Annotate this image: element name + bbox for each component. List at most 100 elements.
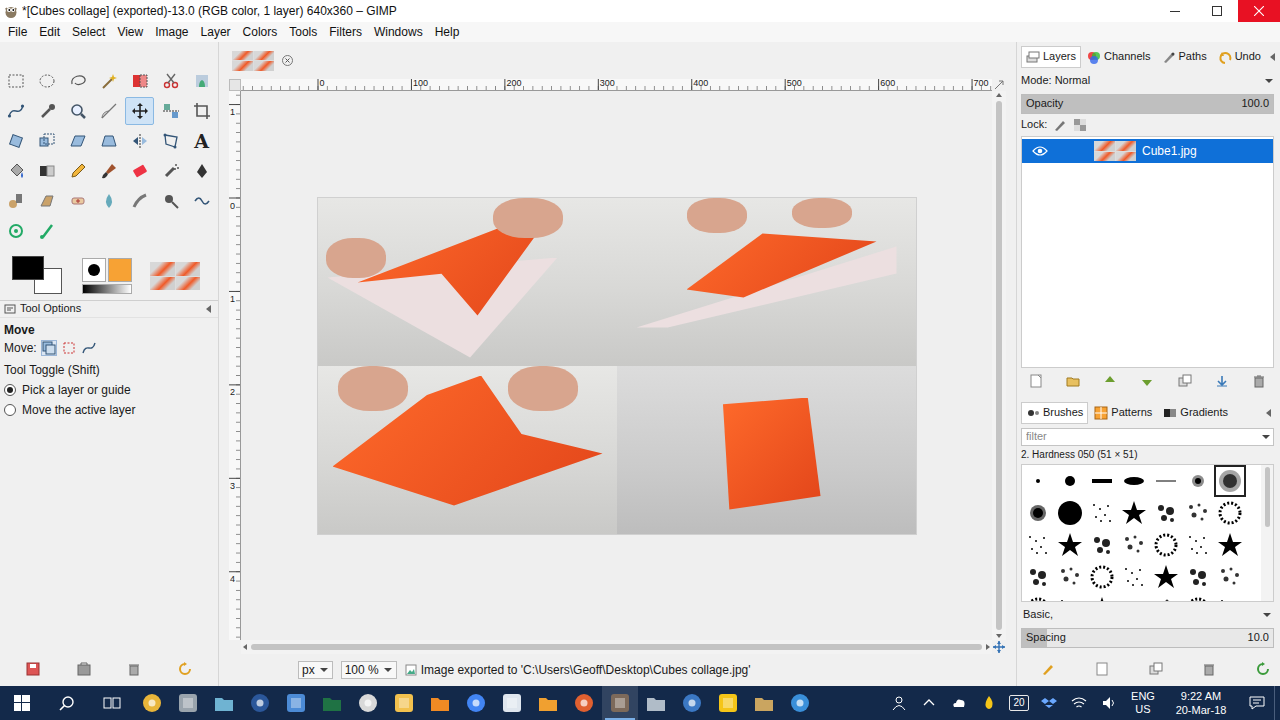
tool-button[interactable] bbox=[156, 97, 185, 125]
taskbar-app[interactable] bbox=[458, 686, 494, 720]
search-button[interactable] bbox=[44, 686, 90, 720]
navigate-icon[interactable] bbox=[994, 80, 1004, 90]
show-desktop[interactable] bbox=[1274, 686, 1280, 720]
lock-alpha-icon[interactable] bbox=[1073, 118, 1087, 132]
image-tab[interactable] bbox=[232, 51, 274, 71]
radio-label[interactable]: Pick a layer or guide bbox=[22, 383, 131, 398]
brush-action-icon[interactable] bbox=[1149, 662, 1163, 676]
tool-button[interactable] bbox=[32, 157, 61, 185]
tool-button[interactable] bbox=[94, 157, 123, 185]
close-tab-icon[interactable] bbox=[282, 55, 293, 66]
zoom-dropdown[interactable]: 100 % bbox=[341, 661, 397, 679]
action-center[interactable] bbox=[1240, 686, 1274, 720]
tool-button[interactable] bbox=[32, 67, 61, 95]
tool-button[interactable]: A bbox=[187, 127, 216, 155]
taskbar-app[interactable] bbox=[710, 686, 746, 720]
layer-action-icon[interactable] bbox=[1252, 374, 1266, 388]
radio-option[interactable]: Pick a layer or guide bbox=[4, 382, 214, 398]
tool-button[interactable] bbox=[125, 127, 154, 155]
taskbar-app[interactable] bbox=[242, 686, 278, 720]
tool-button[interactable] bbox=[187, 187, 216, 215]
tool-button[interactable] bbox=[125, 187, 154, 215]
brush-item[interactable] bbox=[1182, 529, 1214, 561]
brush-scrollbar[interactable] bbox=[1261, 465, 1273, 601]
brush-item[interactable] bbox=[1182, 465, 1214, 497]
brush-item[interactable] bbox=[1022, 465, 1054, 497]
move-mode-toggle[interactable] bbox=[81, 340, 97, 356]
taskbar-app[interactable] bbox=[170, 686, 206, 720]
brush-item[interactable] bbox=[1054, 529, 1086, 561]
menu-item[interactable]: Windows bbox=[368, 25, 429, 40]
dock-menu-icon[interactable] bbox=[1264, 408, 1274, 418]
filter-input[interactable] bbox=[1022, 430, 1261, 444]
tool-button[interactable] bbox=[187, 97, 216, 125]
tool-button[interactable] bbox=[125, 157, 154, 185]
tool-button[interactable] bbox=[63, 67, 92, 95]
menu-item[interactable]: Colors bbox=[237, 25, 284, 40]
brush-action-icon[interactable] bbox=[1256, 662, 1270, 676]
brush-item[interactable] bbox=[1150, 465, 1182, 497]
layer-action-icon[interactable] bbox=[1140, 374, 1154, 388]
volume[interactable] bbox=[1094, 686, 1124, 720]
taskbar-app[interactable] bbox=[530, 686, 566, 720]
taskbar-app[interactable] bbox=[674, 686, 710, 720]
vertical-scrollbar[interactable] bbox=[992, 91, 1006, 640]
brush-item[interactable] bbox=[1086, 497, 1118, 529]
opacity-slider[interactable]: Opacity100.0 bbox=[1021, 94, 1274, 114]
navigation-icon[interactable] bbox=[993, 641, 1005, 653]
cloud[interactable] bbox=[944, 686, 974, 720]
unit-dropdown[interactable]: px bbox=[298, 661, 333, 679]
menu-item[interactable]: Filters bbox=[323, 25, 368, 40]
brush-item[interactable] bbox=[1054, 465, 1086, 497]
taskbar-app[interactable] bbox=[386, 686, 422, 720]
spacing-slider[interactable]: Spacing10.0 bbox=[1021, 628, 1274, 648]
layer-action-icon[interactable] bbox=[1215, 374, 1229, 388]
calendar-tray[interactable]: 20 bbox=[1004, 686, 1034, 720]
close-button[interactable] bbox=[1238, 0, 1280, 22]
brush-item[interactable] bbox=[1022, 593, 1054, 601]
visibility-toggle[interactable] bbox=[1028, 142, 1052, 160]
tag-filter[interactable] bbox=[1021, 428, 1274, 446]
taskbar-app[interactable] bbox=[278, 686, 314, 720]
restore-options-icon[interactable] bbox=[77, 662, 91, 676]
mode-dropdown[interactable]: Mode: Normal bbox=[1021, 72, 1274, 90]
tab-label[interactable]: Patterns bbox=[1111, 406, 1152, 420]
minimize-button[interactable] bbox=[1154, 0, 1196, 22]
brush-item[interactable] bbox=[1118, 561, 1150, 593]
brush-item[interactable] bbox=[1182, 561, 1214, 593]
taskbar-app[interactable] bbox=[782, 686, 818, 720]
people[interactable] bbox=[884, 686, 914, 720]
maximize-button[interactable] bbox=[1196, 0, 1238, 22]
brush-item[interactable] bbox=[1150, 561, 1182, 593]
radio-label[interactable]: Move the active layer bbox=[22, 403, 135, 418]
spacing-slider-value[interactable]: 10.0 bbox=[1248, 631, 1269, 645]
menu-item[interactable]: Layer bbox=[195, 25, 237, 40]
lock-pixels-icon[interactable] bbox=[1053, 118, 1067, 132]
tool-button[interactable] bbox=[1, 97, 30, 125]
tool-button[interactable] bbox=[125, 97, 154, 125]
dock-tab[interactable]: Channels bbox=[1082, 46, 1155, 68]
menu-item[interactable]: Image bbox=[149, 25, 194, 40]
tab-label[interactable]: Gradients bbox=[1180, 406, 1228, 420]
show-hidden[interactable] bbox=[914, 686, 944, 720]
dock-tab[interactable]: Patterns bbox=[1089, 402, 1157, 424]
tab-label[interactable]: Layers bbox=[1043, 50, 1076, 64]
taskbar-app[interactable] bbox=[422, 686, 458, 720]
layer-name[interactable]: Cube1.jpg bbox=[1142, 144, 1197, 159]
brush-item[interactable] bbox=[1150, 593, 1182, 601]
horizontal-scrollbar[interactable] bbox=[241, 640, 992, 654]
dock-menu-icon[interactable] bbox=[204, 304, 214, 314]
brush-preset-dropdown[interactable]: Basic, bbox=[1021, 606, 1274, 624]
dock-menu-icon[interactable] bbox=[1268, 52, 1278, 62]
tool-button[interactable] bbox=[94, 67, 123, 95]
clock[interactable]: 9:22 AM20-Mar-18 bbox=[1162, 686, 1240, 720]
layer-action-icon[interactable] bbox=[1029, 374, 1043, 388]
dock-tab[interactable]: Gradients bbox=[1158, 402, 1233, 424]
brush-item[interactable] bbox=[1086, 593, 1118, 601]
radio-option[interactable]: Move the active layer bbox=[4, 402, 214, 418]
tool-button[interactable] bbox=[156, 157, 185, 185]
taskbar-app[interactable] bbox=[494, 686, 530, 720]
flame[interactable] bbox=[974, 686, 1004, 720]
start-button[interactable] bbox=[0, 686, 44, 720]
layer-action-icon[interactable] bbox=[1178, 374, 1192, 388]
